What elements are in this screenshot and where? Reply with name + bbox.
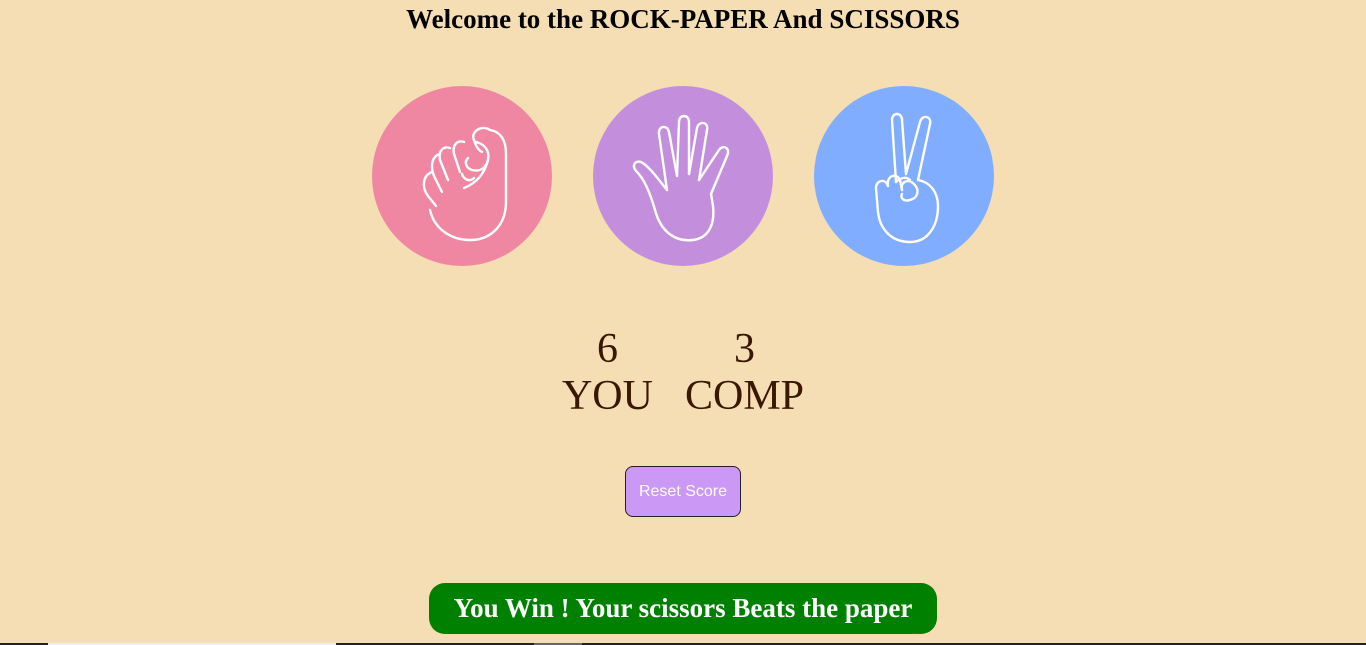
game-page: Welcome to the ROCK-PAPER And SCISSORS 6… <box>0 0 1366 645</box>
paper-choice[interactable] <box>593 86 773 266</box>
user-score-block: 6 YOU <box>562 326 653 420</box>
open-hand-icon <box>632 114 730 242</box>
scoreboard: 6 YOU 3 COMP <box>0 326 1366 420</box>
scissors-choice[interactable] <box>814 86 994 266</box>
user-score: 6 <box>596 326 618 372</box>
rock-choice[interactable] <box>372 86 552 266</box>
choices-row <box>372 86 994 266</box>
comp-score: 3 <box>734 326 755 372</box>
result-message: You Win ! Your scissors Beats the paper <box>429 583 937 634</box>
page-title: Welcome to the ROCK-PAPER And SCISSORS <box>406 4 960 34</box>
comp-score-block: 3 COMP <box>685 326 804 420</box>
user-score-label: YOU <box>561 373 653 419</box>
peace-hand-icon <box>874 112 940 244</box>
reset-score-button[interactable]: Reset Score <box>625 466 741 517</box>
fist-icon <box>422 126 508 242</box>
comp-score-label: COMP <box>684 373 805 419</box>
